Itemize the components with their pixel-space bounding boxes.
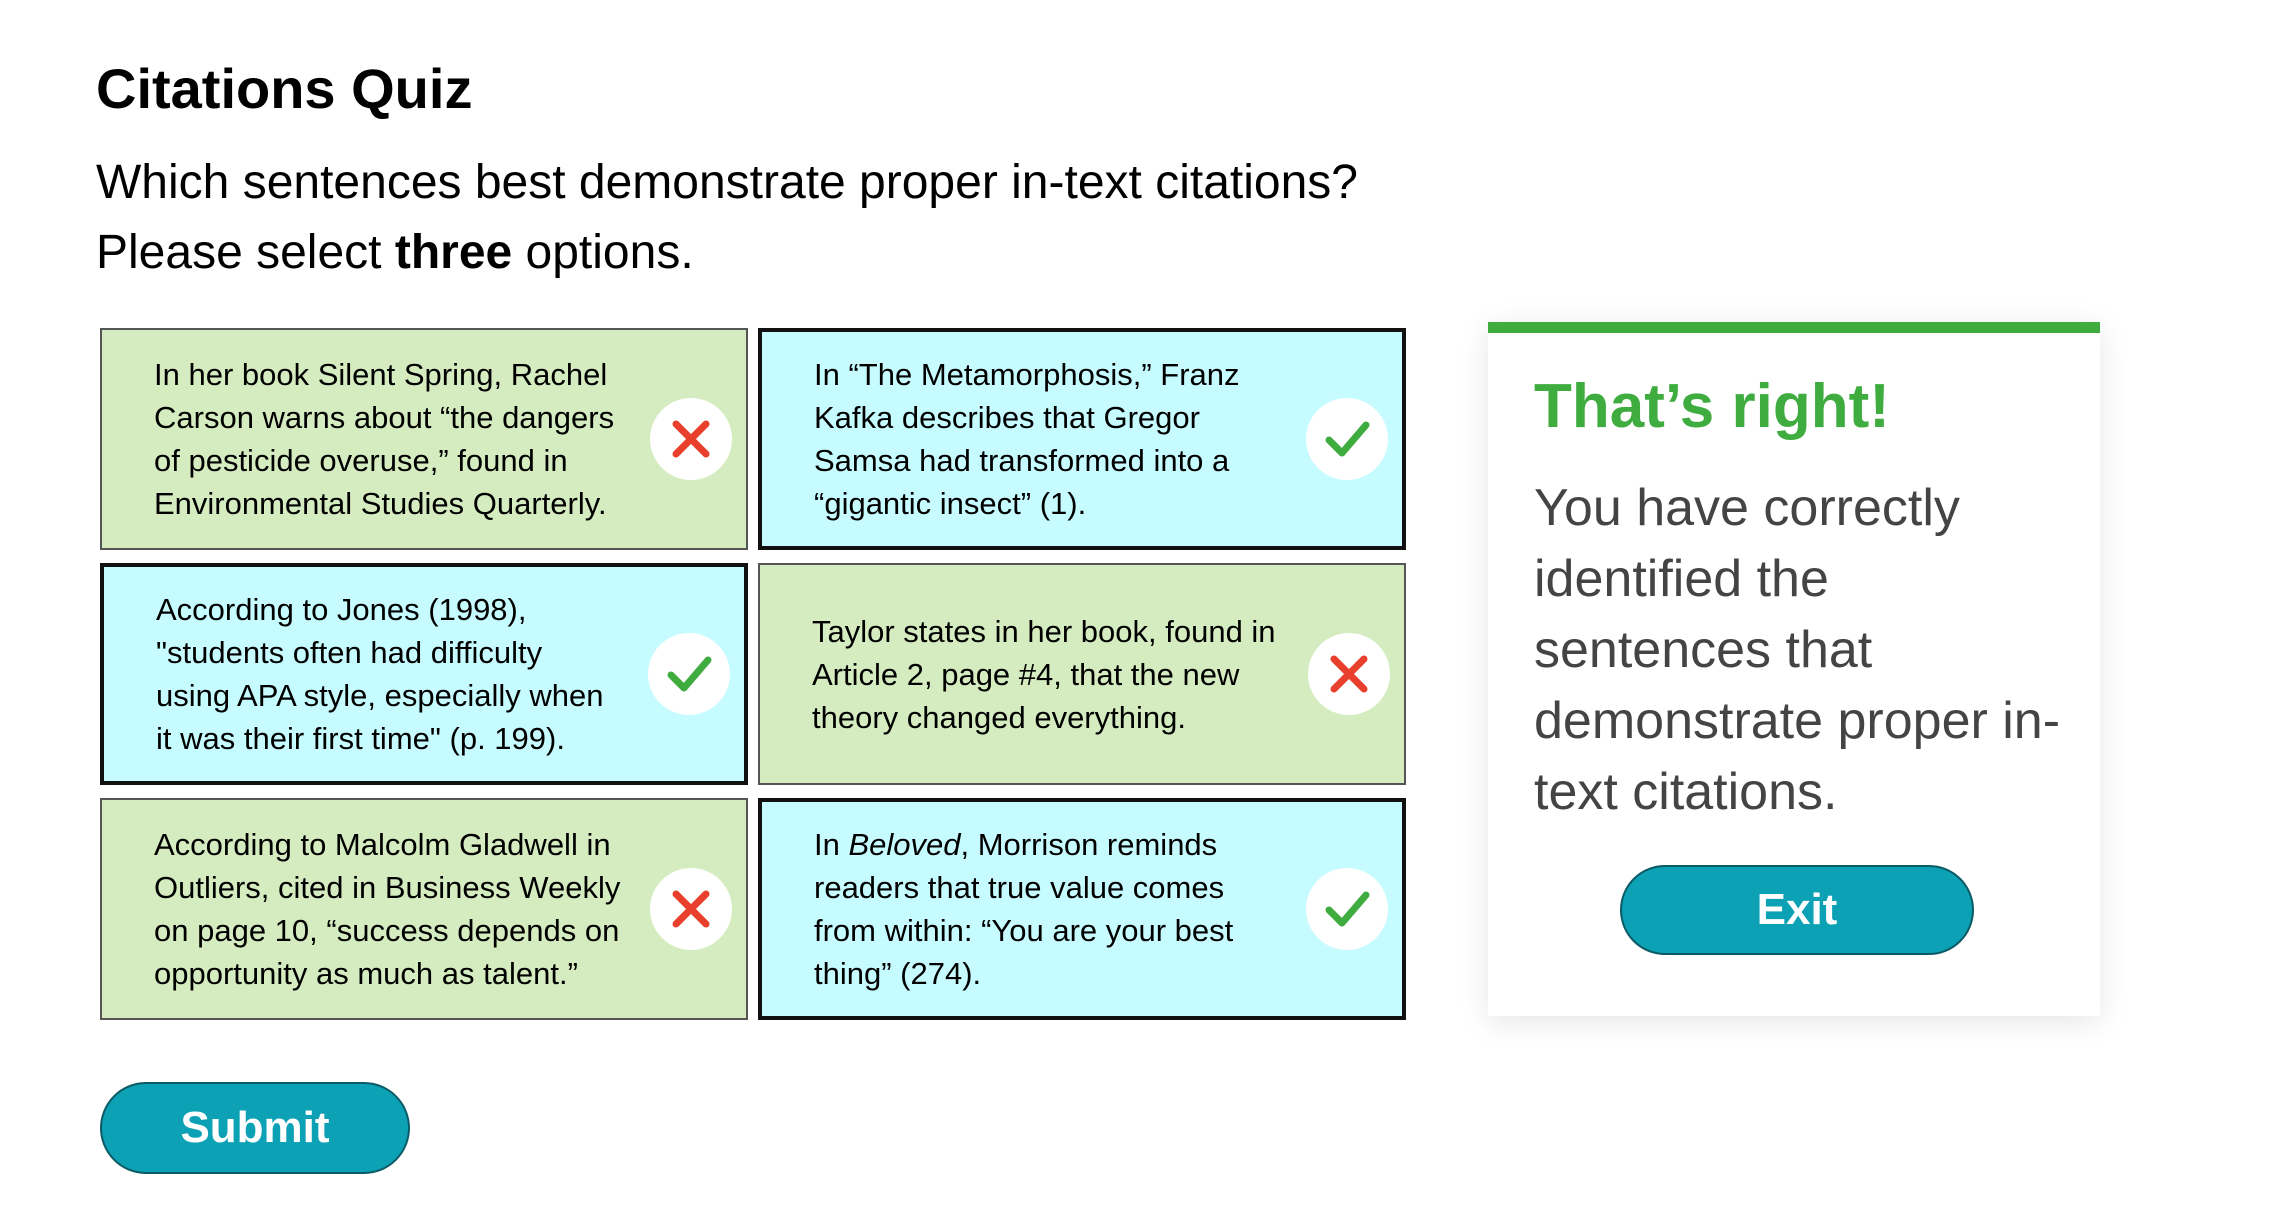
option-text: In her book Silent Spring, Rachel Carson… (154, 357, 615, 521)
prompt-line-1: Which sentences best demonstrate proper … (96, 156, 1358, 209)
option-text: According to Malcolm Gladwell in Outlier… (154, 827, 621, 991)
option-text-italic: Beloved (848, 827, 961, 862)
option-text: In Beloved, Morrison reminds readers tha… (814, 823, 1282, 995)
option-jones[interactable]: According to Jones (1998), "students oft… (100, 563, 748, 785)
option-metamorphosis[interactable]: In “The Metamorphosis,” Franz Kafka desc… (758, 328, 1406, 550)
exit-button[interactable]: Exit (1620, 865, 1974, 955)
option-beloved[interactable]: In Beloved, Morrison reminds readers tha… (758, 798, 1406, 1020)
prompt-line-2-pre: Please select (96, 226, 395, 279)
checkmark-icon (648, 633, 730, 715)
quiz-title: Citations Quiz (96, 57, 473, 120)
option-text-pre: In (814, 827, 849, 862)
prompt-line-2-post: options. (512, 226, 694, 279)
option-gladwell[interactable]: According to Malcolm Gladwell in Outlier… (100, 798, 748, 1020)
quiz-prompt: Which sentences best demonstrate proper … (96, 148, 1358, 288)
x-mark-icon (650, 398, 732, 480)
feedback-message: You have correctly identified the senten… (1534, 479, 2061, 821)
checkmark-icon (1306, 868, 1388, 950)
option-taylor[interactable]: Taylor states in her book, found in Arti… (758, 563, 1406, 785)
options-grid: In her book Silent Spring, Rachel Carson… (100, 328, 1410, 1020)
feedback-heading: That’s right! (1534, 372, 1890, 441)
feedback-panel: That’s right! You have correctly identif… (1488, 322, 2100, 1016)
x-mark-icon (1308, 633, 1390, 715)
checkmark-icon (1306, 398, 1388, 480)
submit-button[interactable]: Submit (100, 1082, 410, 1174)
option-silent-spring[interactable]: In her book Silent Spring, Rachel Carson… (100, 328, 748, 550)
prompt-line-2-bold: three (394, 226, 513, 279)
x-mark-icon (650, 868, 732, 950)
option-text: Taylor states in her book, found in Arti… (812, 613, 1276, 735)
option-text: In “The Metamorphosis,” Franz Kafka desc… (814, 357, 1240, 521)
option-text: According to Jones (1998), "students oft… (156, 592, 604, 756)
